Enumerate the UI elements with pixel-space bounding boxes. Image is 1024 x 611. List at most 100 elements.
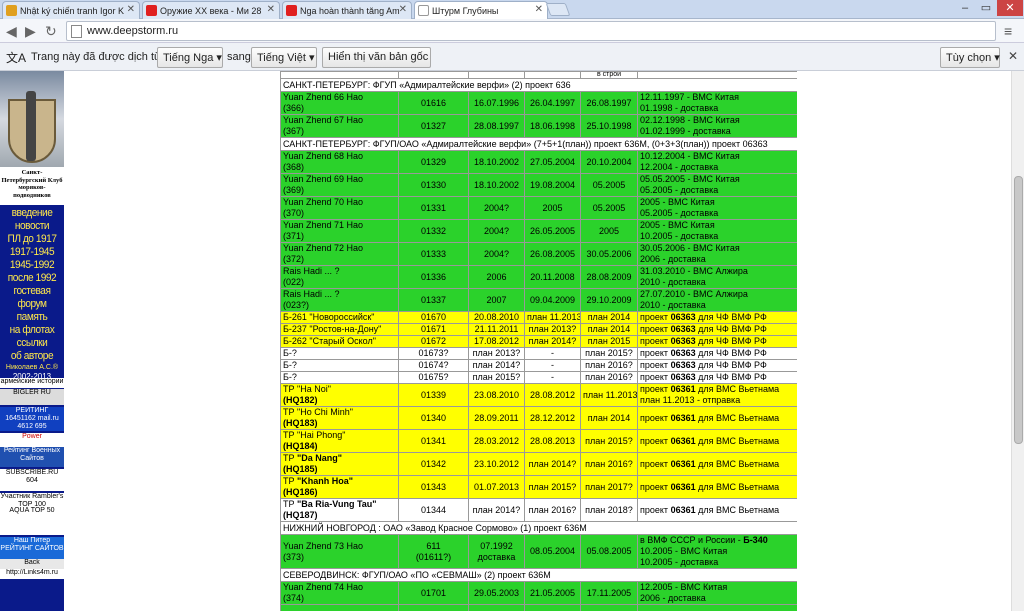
close-window-button[interactable]: ✕ bbox=[997, 0, 1023, 16]
browser-tab-1[interactable]: Nhật ký chiến tranh Igor K ✕ bbox=[2, 1, 140, 19]
sidebar-menu-link[interactable]: память bbox=[3, 311, 62, 324]
browser-tab-2[interactable]: Оружие XX века - Ми 28 ✕ bbox=[142, 1, 280, 19]
forward-button[interactable]: ▶ bbox=[25, 22, 36, 40]
note-cell: 12.11.1997 - ВМС Китая 01.1998 - доставка bbox=[637, 91, 797, 115]
close-tab-icon[interactable]: ✕ bbox=[535, 4, 543, 15]
sidebar-banner[interactable]: http://Links4m.ru bbox=[0, 569, 64, 579]
commission-date-cell: план 2015? bbox=[580, 347, 638, 360]
note-line: 2005 - ВМС Китая bbox=[640, 197, 715, 208]
back-button[interactable]: ◀ bbox=[6, 22, 17, 40]
ship-link[interactable]: Rais Hadi ... ? bbox=[283, 290, 340, 300]
sidebar-banner[interactable]: Power bbox=[0, 433, 64, 447]
source-language-select[interactable]: Tiếng Nga ▾ bbox=[157, 47, 223, 68]
ship-prefix: ТР bbox=[283, 499, 298, 510]
table-row: Yuan Zhend 73 Hao (373) 611 (01611?) 07.1992… bbox=[280, 534, 797, 569]
note-text: проект bbox=[640, 312, 671, 323]
sidebar-banner[interactable]: Back bbox=[0, 559, 64, 569]
ship-link[interactable]: Yuan Zhend 70 Hao bbox=[283, 198, 363, 208]
note-line: 10.2005 - доставка bbox=[640, 557, 719, 567]
sidebar-menu-link[interactable]: гостевая bbox=[3, 285, 62, 298]
laid-down-cell: 01.07.2013 bbox=[468, 475, 525, 499]
ship-number: (369) bbox=[283, 185, 305, 195]
sidebar-banner[interactable]: Участник Rambler's TOP 100 bbox=[0, 493, 64, 507]
ship-link[interactable]: Б-262 "Старый Оскол" bbox=[283, 337, 376, 347]
close-tab-icon[interactable]: ✕ bbox=[127, 4, 135, 15]
ship-link[interactable]: Rais Hadi ... ? bbox=[283, 267, 340, 277]
ship-link[interactable]: Б-261 "Новороссийск" bbox=[283, 313, 375, 323]
launch-date-cell: 19.08.2004 bbox=[524, 173, 581, 197]
table-row: Yuan Zhend 67 Hao (367) 01327 28.08.1997 18.… bbox=[280, 114, 797, 138]
sidebar-menu-link[interactable]: ПЛ до 1917 bbox=[3, 233, 62, 246]
tab-title: Штурм Глубины bbox=[432, 6, 499, 16]
close-tab-icon[interactable]: ✕ bbox=[267, 4, 275, 15]
note-cell: проект 06361 для ВМС Вьетнама bbox=[637, 406, 797, 430]
ship-link[interactable]: Yuan Zhend 72 Hao bbox=[283, 244, 363, 254]
tab-strip: Nhật ký chiến tranh Igor K ✕ Оружие XX в… bbox=[0, 0, 1024, 19]
sidebar-banner[interactable]: Рейтинг Военных Сайтов bbox=[0, 447, 64, 467]
ship-link[interactable]: Yuan Zhend 71 Hao bbox=[283, 221, 363, 231]
sidebar-banner[interactable]: BIGLER RU bbox=[0, 389, 64, 405]
show-original-button[interactable]: Hiển thị văn bản gốc bbox=[322, 47, 431, 68]
new-tab-button[interactable] bbox=[545, 3, 571, 16]
name-cell: Yuan Zhend 73 Hao (373) bbox=[280, 534, 399, 569]
sidebar-banner[interactable]: армейские истории bbox=[0, 378, 64, 388]
close-translate-bar-icon[interactable]: ✕ bbox=[1008, 49, 1018, 63]
target-language-select[interactable]: Tiếng Việt ▾ bbox=[251, 47, 317, 68]
laid-down-cell: 2004? bbox=[468, 219, 525, 243]
ship-link[interactable]: Yuan Zhend 69 Hao bbox=[283, 175, 363, 185]
scrollbar-thumb[interactable] bbox=[1014, 176, 1023, 444]
sidebar-menu-link[interactable]: после 1992 bbox=[3, 272, 62, 285]
hull-number-cell: 01343 bbox=[398, 475, 469, 499]
note-cell: проект 06363 для ЧФ ВМФ РФ bbox=[637, 371, 797, 384]
maximize-button[interactable]: ▭ bbox=[976, 0, 996, 16]
sidebar-menu-link[interactable]: на флотах bbox=[3, 324, 62, 337]
author-name[interactable]: Николаев А.С.® bbox=[0, 363, 64, 372]
sidebar-menu-link[interactable]: ссылки bbox=[3, 337, 62, 350]
menu-icon[interactable]: ≡ bbox=[1004, 23, 1012, 39]
sidebar-menu-link[interactable]: введение bbox=[3, 207, 62, 220]
page-favicon-icon bbox=[418, 5, 429, 16]
launch-date-cell: план 2013? bbox=[524, 323, 581, 336]
note-line: 2006 - доставка bbox=[640, 254, 706, 264]
minimize-button[interactable]: – bbox=[955, 0, 975, 16]
name-cell: ТР "Khanh Hoa" (HQ186) bbox=[280, 475, 399, 499]
laid-down-cell: 18.10.2002 bbox=[468, 150, 525, 174]
laid-down-cell: 23.10.2012 bbox=[468, 452, 525, 476]
ship-link[interactable]: Yuan Zhend 67 Hao bbox=[283, 116, 363, 126]
ship-link[interactable]: "Ho Chi Minh" bbox=[297, 408, 353, 418]
ship-link[interactable]: Yuan Zhend 66 Hao bbox=[283, 93, 363, 103]
browser-tab-4-active[interactable]: Штурм Глубины ✕ bbox=[414, 1, 548, 19]
sidebar-menu-link[interactable]: форум bbox=[3, 298, 62, 311]
sidebar-banner[interactable]: SUBSCRIBE.RU 604 bbox=[0, 469, 64, 491]
note-line: 2005 - ВМС Китая bbox=[640, 220, 715, 231]
ship-link[interactable]: Б-237 "Ростов-на-Дону" bbox=[283, 325, 381, 335]
translate-icon: 文A bbox=[6, 51, 27, 65]
sidebar-banner[interactable]: AQUA TOP 50 bbox=[0, 507, 64, 535]
table-row: Yuan Zhend 70 Hao (370) 01331 2004? 2005 05.2… bbox=[280, 196, 797, 220]
ship-number: (HQ184) bbox=[283, 441, 318, 451]
name-cell: Yuan Zhend 70 Hao (370) bbox=[280, 196, 399, 220]
ship-link[interactable]: Yuan Zhend 74 Hao bbox=[283, 583, 363, 593]
note-line: 02.12.1998 - ВМС Китая bbox=[640, 115, 740, 126]
hull-number-cell: 01337 bbox=[398, 288, 469, 312]
sidebar-menu-link[interactable]: об авторе bbox=[3, 350, 62, 363]
sidebar-banner[interactable]: Наш Питер РЕЙТИНГ САЙТОВ bbox=[0, 537, 64, 559]
ship-link[interactable]: "Hai Phong" bbox=[297, 431, 345, 441]
sidebar-banner[interactable]: РЕЙТИНГ 16451162 mail.ru 4612 695 bbox=[0, 407, 64, 431]
reload-button[interactable]: ↻ bbox=[45, 22, 57, 40]
hull-number-cell: 01340 bbox=[398, 406, 469, 430]
sidebar-menu-link[interactable]: 1917-1945 bbox=[3, 246, 62, 259]
browser-tab-3[interactable]: Nga hoàn thành tăng Am ✕ bbox=[282, 1, 412, 19]
close-tab-icon[interactable]: ✕ bbox=[399, 4, 407, 15]
address-bar[interactable]: www.deepstorm.ru bbox=[66, 21, 996, 41]
translate-options-button[interactable]: Tùy chọn ▾ bbox=[940, 47, 1000, 68]
ship-link[interactable]: "Ha Noi" bbox=[297, 385, 331, 395]
table-row: Б-? 01675? план 2015? - план 2016? проект 063… bbox=[280, 371, 797, 384]
table-row: Yuan Zhend 71 Hao (371) 01332 2004? 26.05.20… bbox=[280, 219, 797, 243]
sidebar-menu-link[interactable]: 1945-1992 bbox=[3, 259, 62, 272]
page-scrollbar[interactable] bbox=[1011, 71, 1024, 611]
note-line: 10.2005 - ВМС Китая bbox=[640, 546, 728, 556]
sidebar-menu-link[interactable]: новости bbox=[3, 220, 62, 233]
ship-link[interactable]: Yuan Zhend 68 Hao bbox=[283, 152, 363, 162]
ship-link[interactable]: Yuan Zhend 73 Hao bbox=[283, 541, 363, 551]
